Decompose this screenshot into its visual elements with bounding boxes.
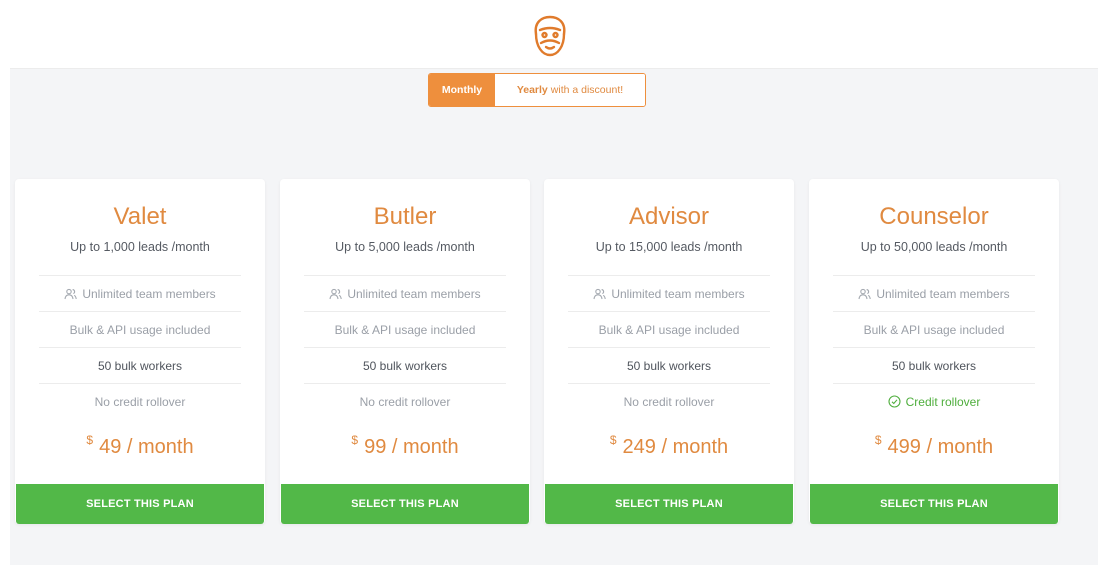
feature-team-text: Unlimited team members (82, 286, 216, 301)
header-bar (0, 0, 1108, 68)
plan-leads: Up to 5,000 leads /month (335, 240, 475, 254)
feature-rollover: Credit rollover (833, 383, 1035, 419)
feature-team-text: Unlimited team members (347, 286, 481, 301)
feature-workers: 50 bulk workers (833, 347, 1035, 383)
price-value: 249 / month (622, 436, 729, 458)
yearly-option[interactable]: Yearly with a discount! (495, 74, 645, 106)
plan-card-valet: Valet Up to 1,000 leads /month Unlimited… (15, 179, 265, 524)
feature-team: Unlimited team members (568, 275, 770, 311)
monthly-label: Monthly (441, 84, 483, 96)
feature-usage-text: Bulk & API usage included (598, 322, 740, 337)
feature-usage: Bulk & API usage included (39, 311, 241, 347)
users-icon (329, 287, 343, 300)
bearded-face-icon[interactable] (530, 14, 570, 58)
feature-team-text: Unlimited team members (876, 286, 1010, 301)
feature-usage: Bulk & API usage included (304, 311, 506, 347)
select-plan-button[interactable]: SELECT THIS PLAN (810, 484, 1058, 524)
plan-name: Counselor (879, 203, 989, 230)
monthly-option[interactable]: Monthly (429, 74, 495, 106)
price-value: 499 / month (887, 436, 994, 458)
yearly-label: Yearly (516, 84, 548, 96)
users-icon (593, 287, 607, 300)
select-plan-button[interactable]: SELECT THIS PLAN (281, 484, 529, 524)
feature-team: Unlimited team members (833, 275, 1035, 311)
currency-symbol: $ (874, 433, 882, 447)
select-plan-button[interactable]: SELECT THIS PLAN (545, 484, 793, 524)
feature-usage: Bulk & API usage included (568, 311, 770, 347)
plan-leads: Up to 50,000 leads /month (860, 240, 1008, 254)
feature-workers-text: 50 bulk workers (626, 358, 712, 373)
pricing-page: Monthly Yearly with a discount! Valet Up… (0, 0, 1108, 570)
feature-workers: 50 bulk workers (304, 347, 506, 383)
feature-usage-text: Bulk & API usage included (69, 322, 211, 337)
plan-leads: Up to 15,000 leads /month (595, 240, 743, 254)
plan-card-advisor: Advisor Up to 15,000 leads /month Unlimi… (544, 179, 794, 524)
plan-name: Advisor (628, 203, 710, 230)
check-circle-icon (888, 395, 901, 408)
feature-list: Unlimited team members Bulk & API usage … (39, 275, 241, 419)
billing-toggle: Monthly Yearly with a discount! (428, 73, 646, 107)
currency-symbol: $ (86, 433, 94, 447)
pricing-area: Monthly Yearly with a discount! Valet Up… (10, 68, 1098, 565)
feature-rollover: No credit rollover (39, 383, 241, 419)
users-icon (858, 287, 872, 300)
currency-symbol: $ (609, 433, 617, 447)
feature-workers: 50 bulk workers (568, 347, 770, 383)
price-value: 49 / month (99, 436, 194, 458)
feature-team: Unlimited team members (304, 275, 506, 311)
feature-usage-text: Bulk & API usage included (863, 322, 1005, 337)
feature-rollover: No credit rollover (304, 383, 506, 419)
plan-price: $49 / month (15, 433, 265, 459)
feature-rollover-text: No credit rollover (359, 394, 451, 409)
feature-team: Unlimited team members (39, 275, 241, 311)
plan-price: $99 / month (280, 433, 530, 459)
users-icon (64, 287, 78, 300)
plan-card-butler: Butler Up to 5,000 leads /month Unlimite… (280, 179, 530, 524)
plan-name: Valet (113, 203, 167, 230)
plan-card-counselor: Counselor Up to 50,000 leads /month Unli… (809, 179, 1059, 524)
feature-usage: Bulk & API usage included (833, 311, 1035, 347)
plan-name: Butler (373, 203, 437, 230)
feature-workers: 50 bulk workers (39, 347, 241, 383)
currency-symbol: $ (351, 433, 359, 447)
plan-price: $499 / month (809, 433, 1059, 459)
plan-cards: Valet Up to 1,000 leads /month Unlimited… (15, 179, 1065, 524)
feature-usage-text: Bulk & API usage included (334, 322, 476, 337)
feature-list: Unlimited team members Bulk & API usage … (304, 275, 506, 419)
price-value: 99 / month (364, 436, 459, 458)
feature-rollover-text: No credit rollover (94, 394, 186, 409)
select-plan-button[interactable]: SELECT THIS PLAN (16, 484, 264, 524)
plan-leads: Up to 1,000 leads /month (70, 240, 210, 254)
feature-list: Unlimited team members Bulk & API usage … (568, 275, 770, 419)
feature-workers-text: 50 bulk workers (362, 358, 448, 373)
plan-price: $249 / month (544, 433, 794, 459)
yearly-discount-text: with a discount! (550, 84, 624, 96)
feature-rollover: No credit rollover (568, 383, 770, 419)
feature-workers-text: 50 bulk workers (891, 358, 977, 373)
feature-rollover-text: No credit rollover (623, 394, 715, 409)
feature-list: Unlimited team members Bulk & API usage … (833, 275, 1035, 419)
feature-team-text: Unlimited team members (611, 286, 745, 301)
feature-workers-text: 50 bulk workers (97, 358, 183, 373)
feature-rollover-text: Credit rollover (905, 394, 981, 409)
